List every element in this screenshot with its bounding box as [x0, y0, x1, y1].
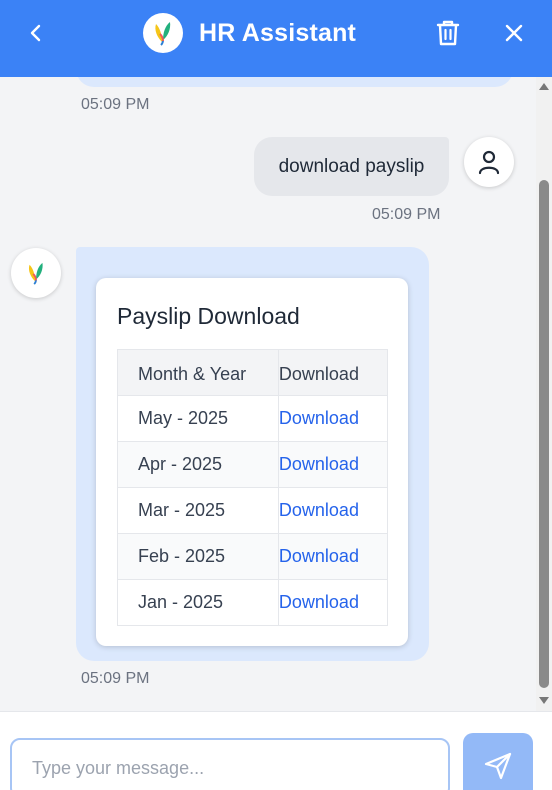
month-cell: Jan - 2025	[117, 579, 279, 626]
column-header-month: Month & Year	[117, 349, 279, 396]
bot-avatar	[11, 248, 61, 298]
leaf-logo-icon	[155, 22, 171, 46]
download-link[interactable]: Download	[277, 395, 389, 442]
send-icon	[484, 752, 512, 780]
payslip-card: Payslip Download Month & Year Download M…	[96, 278, 408, 646]
month-cell: Mar - 2025	[117, 487, 279, 534]
leaf-logo-icon	[28, 262, 43, 285]
download-link[interactable]: Download	[277, 441, 389, 488]
clear-chat-button[interactable]	[428, 16, 468, 50]
bot-message: Payslip Download Month & Year Download M…	[76, 247, 429, 661]
table-row: May - 2025 Download	[117, 395, 389, 442]
message-timestamp: 05:09 PM	[372, 206, 441, 223]
chat-messages[interactable]: 05:09 PM download payslip 05:09 PM Paysl…	[0, 77, 552, 711]
payslip-table: Month & Year Download May - 2025 Downloa…	[117, 349, 389, 626]
user-icon	[478, 150, 500, 175]
table-row: Feb - 2025 Download	[117, 533, 389, 580]
hr-assistant-chat-window: HR Assistant 05:09 PM download payslip 0	[0, 0, 552, 790]
card-title: Payslip Download	[117, 303, 300, 329]
download-link[interactable]: Download	[277, 533, 389, 580]
message-input[interactable]	[10, 738, 450, 790]
close-button[interactable]	[494, 16, 534, 50]
table-row: Apr - 2025 Download	[117, 441, 389, 488]
close-icon	[505, 24, 523, 42]
column-header-download: Download	[277, 349, 389, 396]
message-timestamp: 05:09 PM	[81, 96, 150, 113]
chat-scrollbar[interactable]	[536, 77, 552, 711]
month-cell: May - 2025	[117, 395, 279, 442]
previous-bot-message	[76, 77, 513, 87]
scroll-down-arrow-icon[interactable]	[539, 697, 549, 704]
send-button[interactable]	[463, 733, 533, 790]
page-title: HR Assistant	[199, 19, 357, 47]
assistant-logo	[143, 13, 183, 53]
back-button[interactable]	[16, 16, 56, 50]
user-avatar	[464, 137, 514, 187]
scrollbar-thumb[interactable]	[539, 180, 549, 688]
scroll-up-arrow-icon[interactable]	[539, 83, 549, 90]
table-row: Mar - 2025 Download	[117, 487, 389, 534]
download-link[interactable]: Download	[277, 579, 389, 626]
download-link[interactable]: Download	[277, 487, 389, 534]
month-cell: Apr - 2025	[117, 441, 279, 488]
message-composer	[0, 711, 552, 790]
table-row: Jan - 2025 Download	[117, 579, 389, 626]
chevron-left-icon	[30, 24, 41, 42]
trash-icon	[436, 20, 460, 46]
table-header-row: Month & Year Download	[117, 349, 389, 396]
month-cell: Feb - 2025	[117, 533, 279, 580]
chat-header: HR Assistant	[0, 0, 552, 77]
user-message: download payslip	[254, 137, 449, 196]
message-timestamp: 05:09 PM	[81, 670, 150, 687]
